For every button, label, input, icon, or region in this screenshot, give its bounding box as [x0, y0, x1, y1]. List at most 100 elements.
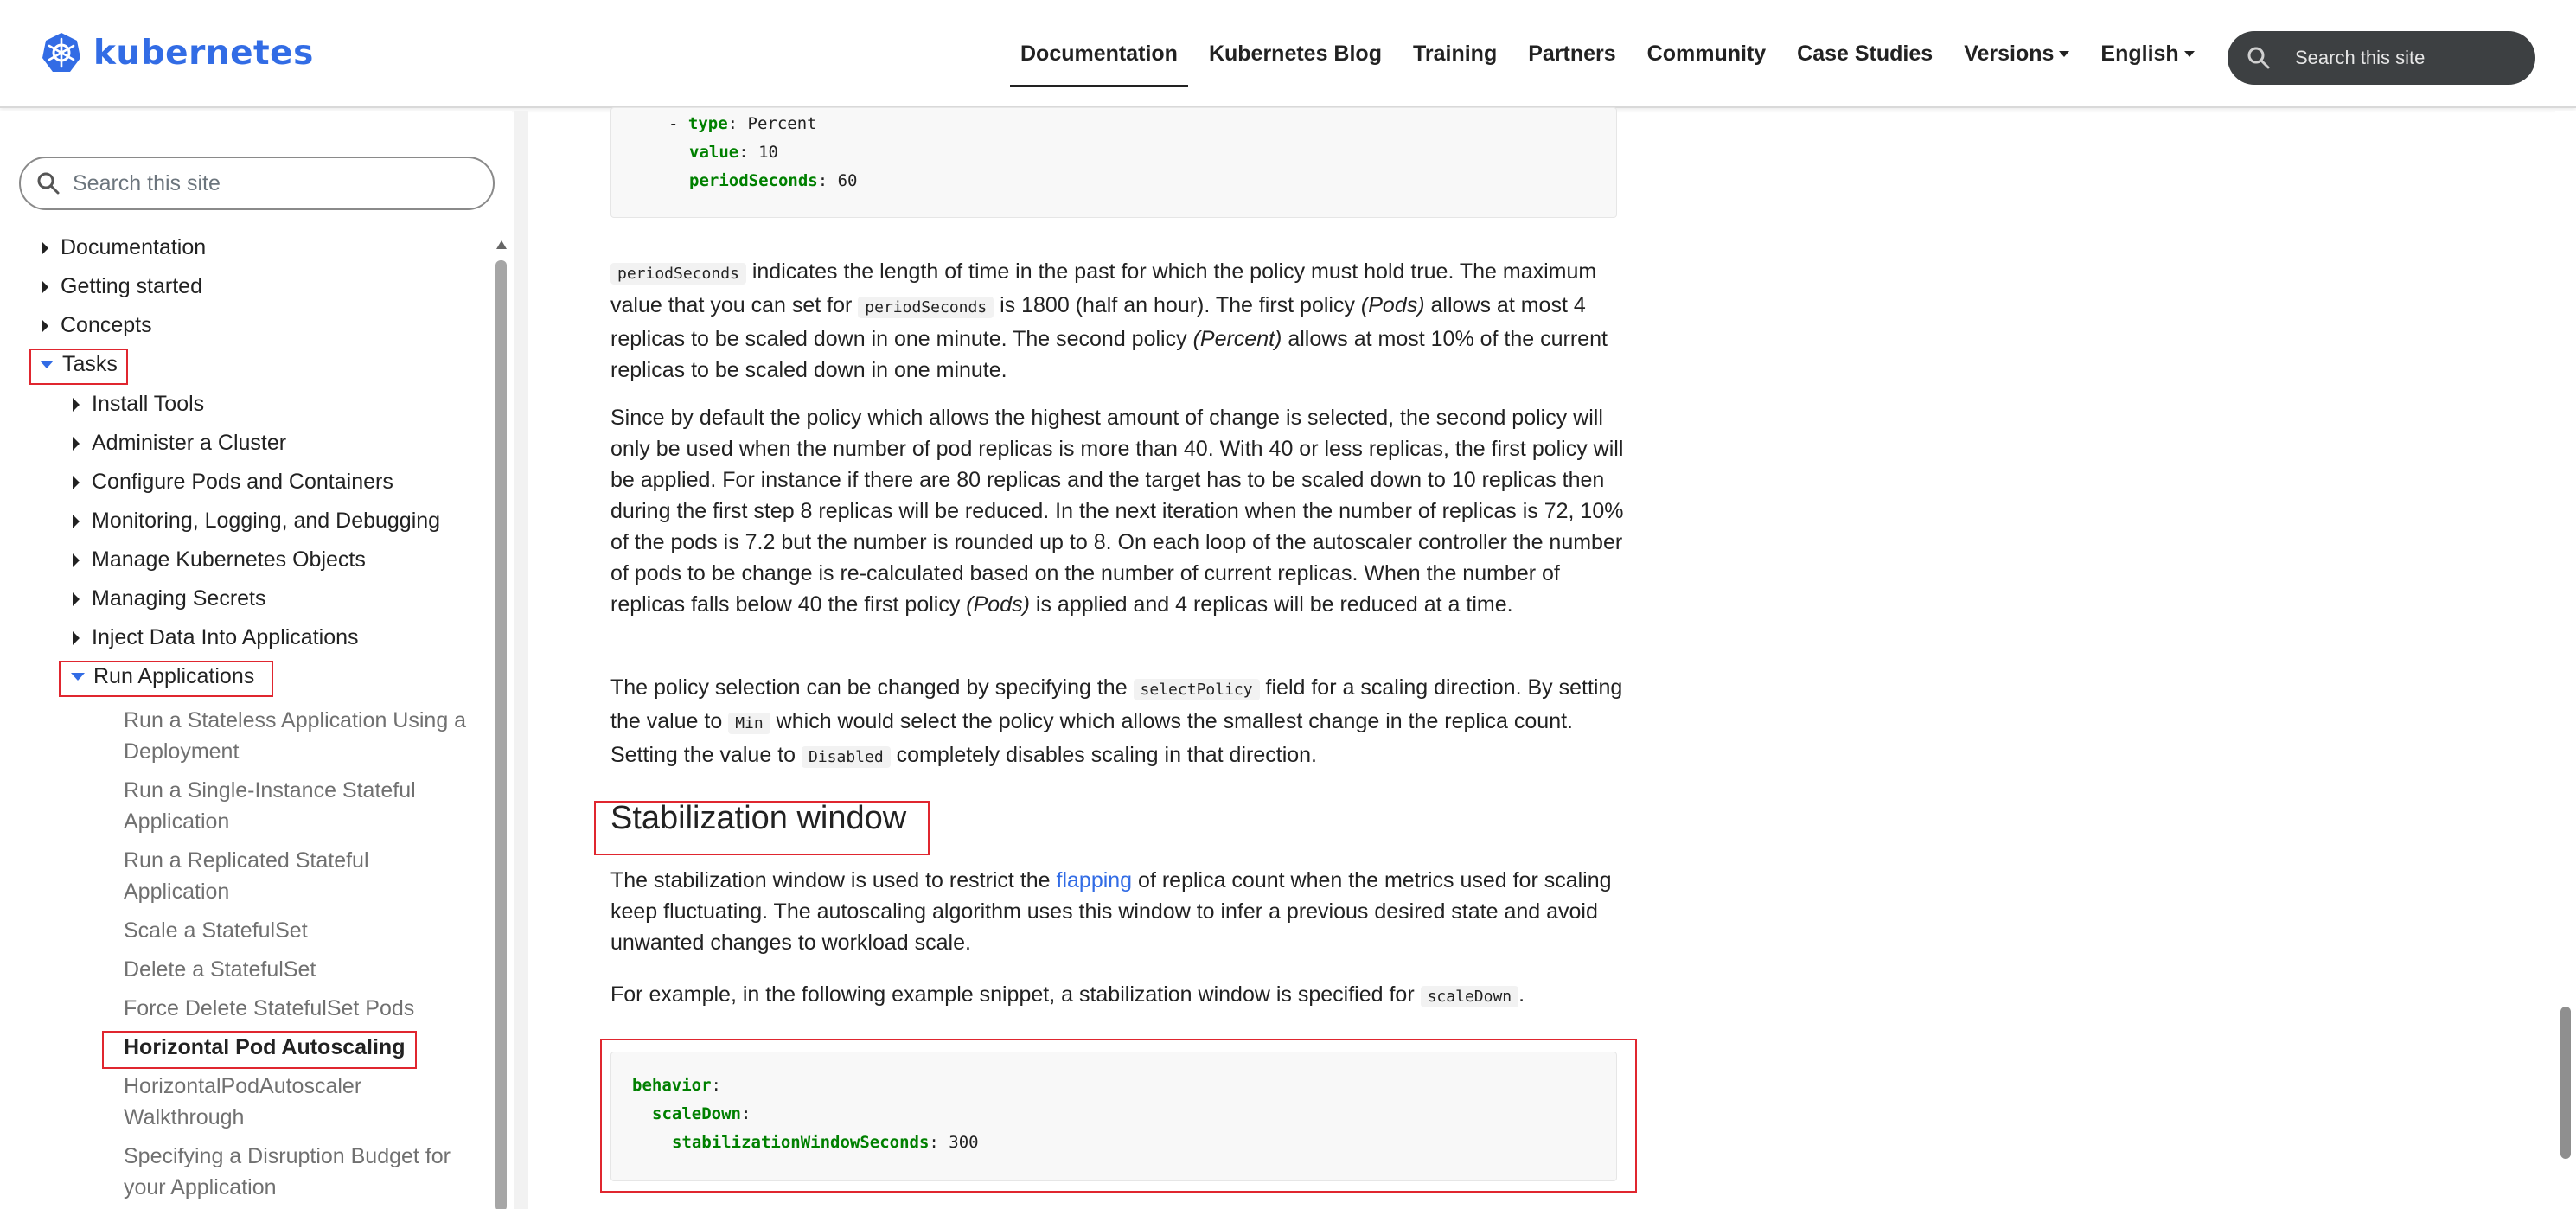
navbar-search-input[interactable]: [2295, 47, 2520, 69]
sidebar-item-label: Inject Data Into Applications: [92, 625, 359, 649]
paragraph-example-snippet: For example, in the following example sn…: [610, 979, 1631, 1013]
flapping-link[interactable]: flapping: [1057, 868, 1133, 892]
text-span: is 1800 (half an hour). The first policy: [994, 293, 1361, 317]
sidebar-link-single-instance-stateful[interactable]: Run a Single-Instance Stateful Applicati…: [124, 775, 418, 837]
page-scroll-thumb[interactable]: [2560, 1007, 2571, 1159]
sidebar-item-documentation[interactable]: Documentation: [42, 235, 206, 260]
text-span: The stabilization window is used to rest…: [610, 868, 1057, 892]
search-icon: [37, 172, 60, 195]
nav-versions-dropdown[interactable]: Versions: [1964, 0, 2070, 108]
sidebar-link-stateless-app[interactable]: Run a Stateless Application Using a Depl…: [124, 705, 470, 767]
inline-code: scaleDown: [1420, 986, 1519, 1008]
kubernetes-helm-icon: [42, 33, 80, 72]
inline-code: Disabled: [801, 746, 891, 768]
navbar-search[interactable]: [2228, 31, 2535, 85]
sidebar-item-concepts[interactable]: Concepts: [42, 313, 152, 338]
sidebar-item-administer-a-cluster[interactable]: Administer a Cluster: [73, 431, 286, 456]
sidebar-item-label: Install Tools: [92, 392, 205, 416]
paragraph-stabilization-intro: The stabilization window is used to rest…: [610, 865, 1631, 958]
nav-kubernetes-blog[interactable]: Kubernetes Blog: [1209, 0, 1382, 108]
caret-down-icon: [2059, 51, 2070, 57]
sidebar-item-install-tools[interactable]: Install Tools: [73, 392, 204, 417]
text-span: The policy selection can be changed by s…: [610, 675, 1134, 700]
docs-sidebar: Documentation Getting started Concepts T…: [0, 111, 512, 1209]
text-span: .: [1518, 982, 1525, 1007]
sidebar-divider: [514, 111, 528, 1209]
code-key: stabilizationWindowSeconds: [672, 1133, 930, 1152]
kubernetes-logo[interactable]: kubernetes: [40, 29, 314, 76]
sidebar-item-configure-pods[interactable]: Configure Pods and Containers: [73, 470, 393, 495]
sidebar-search-input[interactable]: [73, 170, 488, 196]
sidebar-item-label: Documentation: [61, 235, 207, 259]
sidebar-link-hpa-walkthrough[interactable]: HorizontalPodAutoscaler Walkthrough: [124, 1071, 383, 1133]
sidebar-link-force-delete-pods[interactable]: Force Delete StatefulSet Pods: [124, 993, 470, 1024]
main-nav: Documentation Kubernetes Blog Training P…: [1010, 0, 2226, 108]
expand-arrow-icon: [42, 318, 48, 333]
sidebar-item-label: Concepts: [61, 313, 152, 337]
sidebar-item-inject-data[interactable]: Inject Data Into Applications: [73, 625, 359, 650]
expand-arrow-icon: [42, 240, 48, 255]
nav-community[interactable]: Community: [1647, 0, 1767, 108]
expand-arrow-icon: [73, 514, 80, 528]
top-navbar: kubernetes Documentation Kubernetes Blog…: [0, 0, 2576, 108]
page-scrollbar[interactable]: [2555, 111, 2576, 1209]
paragraph-select-policy: The policy selection can be changed by s…: [610, 672, 1631, 773]
code-value: : 10: [738, 143, 778, 162]
sidebar-search[interactable]: [19, 157, 495, 210]
sidebar-link-disruption-budget[interactable]: Specifying a Disruption Budget for your …: [124, 1141, 452, 1203]
expand-arrow-icon: [73, 397, 80, 412]
highlight-box: [102, 1031, 417, 1069]
code-key: periodSeconds: [689, 171, 818, 190]
inline-code: Min: [728, 713, 770, 734]
sidebar-item-monitoring[interactable]: Monitoring, Logging, and Debugging: [73, 509, 440, 534]
text-span: completely disables scaling in that dire…: [890, 743, 1317, 767]
expand-arrow-icon: [42, 279, 48, 294]
scroll-up-arrow-icon[interactable]: [496, 240, 507, 249]
sidebar-link-replicated-stateful[interactable]: Run a Replicated Stateful Application: [124, 845, 383, 907]
sidebar-item-label: Configure Pods and Containers: [92, 470, 393, 494]
code-value: : 300: [929, 1133, 979, 1152]
code-dash: -: [668, 114, 688, 133]
code-value: :: [740, 1104, 751, 1123]
inline-code: periodSeconds: [858, 297, 994, 318]
code-key: type: [687, 114, 728, 133]
code-key: value: [689, 143, 739, 162]
main-content: - type: Percent value: 10 periodSeconds:…: [528, 107, 1678, 1209]
inline-code: selectPolicy: [1133, 679, 1260, 700]
code-value: : Percent: [727, 114, 817, 133]
nav-versions-label: Versions: [1964, 42, 2055, 66]
emphasis: (Pods): [966, 592, 1030, 617]
sidebar-link-delete-statefulset[interactable]: Delete a StatefulSet: [124, 954, 470, 985]
nav-partners[interactable]: Partners: [1528, 0, 1615, 108]
expand-arrow-icon: [73, 630, 80, 645]
nav-training[interactable]: Training: [1413, 0, 1497, 108]
code-key: behavior: [632, 1076, 712, 1095]
nav-language-dropdown[interactable]: English: [2100, 0, 2195, 108]
nav-case-studies[interactable]: Case Studies: [1797, 0, 1933, 108]
code-key: scaleDown: [652, 1104, 741, 1123]
highlight-box: [29, 349, 128, 385]
sidebar-item-label: Getting started: [61, 274, 202, 298]
emphasis: (Percent): [1192, 327, 1282, 351]
nav-documentation[interactable]: Documentation: [1010, 0, 1188, 108]
sidebar-item-managing-secrets[interactable]: Managing Secrets: [73, 586, 266, 611]
caret-down-icon: [2183, 51, 2195, 57]
code-block-policies: - type: Percent value: 10 periodSeconds:…: [610, 107, 1617, 218]
sidebar-item-label: Administer a Cluster: [92, 431, 287, 455]
sidebar-item-getting-started[interactable]: Getting started: [42, 274, 202, 299]
expand-arrow-icon: [73, 592, 80, 606]
paragraph-period-seconds: periodSeconds indicates the length of ti…: [610, 256, 1631, 386]
highlight-box: [594, 801, 930, 855]
nav-language-label: English: [2100, 42, 2179, 66]
emphasis: (Pods): [1360, 293, 1425, 317]
sidebar-scrollbar[interactable]: [495, 240, 508, 1209]
sidebar-item-manage-objects[interactable]: Manage Kubernetes Objects: [73, 547, 366, 573]
sidebar-scroll-thumb[interactable]: [495, 260, 507, 1209]
text-span: For example, in the following example sn…: [610, 982, 1421, 1007]
text-span: Since by default the policy which allows…: [610, 406, 1624, 617]
search-icon: [2247, 47, 2270, 69]
code-value: : 60: [817, 171, 858, 190]
inline-code: periodSeconds: [610, 263, 746, 285]
sidebar-link-scale-statefulset[interactable]: Scale a StatefulSet: [124, 915, 470, 946]
paragraph-default-policy: Since by default the policy which allows…: [610, 402, 1631, 620]
